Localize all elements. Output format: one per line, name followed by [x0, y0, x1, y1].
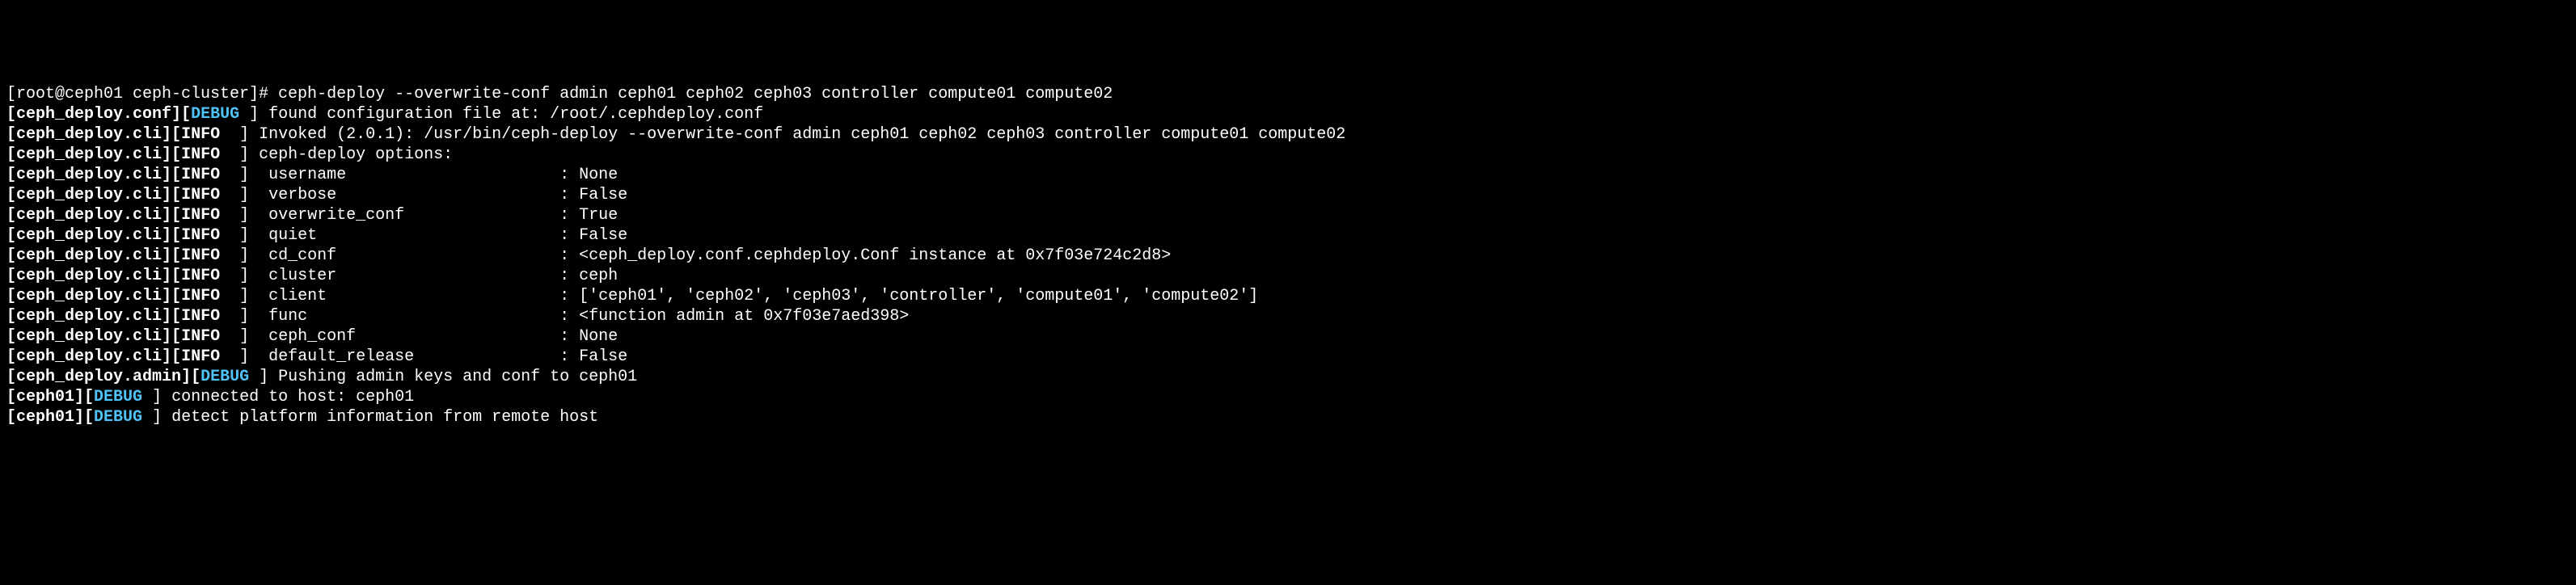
terminal-segment: ][ [162, 267, 181, 285]
terminal-segment: ] verbose : False [220, 186, 627, 204]
terminal-segment: DEBUG [191, 105, 239, 124]
terminal-segment: ceph_deploy.cli [16, 145, 162, 164]
terminal-segment: [ [6, 166, 16, 184]
terminal-segment: ] func : <function admin at 0x7f03e7aed3… [220, 307, 909, 326]
terminal-segment: ceph_deploy.cli [16, 226, 162, 245]
terminal-segment: ][ [162, 186, 181, 204]
terminal-segment: ] Invoked (2.0.1): /usr/bin/ceph-deploy … [220, 125, 1345, 144]
terminal-segment: ] username : None [220, 166, 618, 184]
terminal-segment: ] detect platform information from remot… [142, 408, 598, 427]
terminal-line: [root@ceph01 ceph-cluster]# ceph-deploy … [6, 84, 2570, 104]
terminal-segment: ] overwrite_conf : True [220, 206, 618, 225]
terminal-line: [ceph_deploy.cli][INFO ] quiet : False [6, 225, 2570, 246]
terminal-segment: ] Pushing admin keys and conf to ceph01 [249, 368, 637, 386]
terminal-segment: ][ [162, 226, 181, 245]
terminal-line: [ceph_deploy.admin][DEBUG ] Pushing admi… [6, 367, 2570, 387]
terminal-segment: ceph01 [16, 388, 74, 406]
terminal-segment: ceph_deploy.cli [16, 347, 162, 366]
terminal-segment: [ [6, 105, 16, 124]
terminal-line: [ceph_deploy.conf][DEBUG ] found configu… [6, 104, 2570, 124]
terminal-segment: [root@ceph01 ceph-cluster]# ceph-deploy … [6, 85, 1113, 103]
terminal-segment: ceph_deploy.admin [16, 368, 181, 386]
terminal-line: [ceph_deploy.cli][INFO ] client : ['ceph… [6, 286, 2570, 306]
terminal-segment: ][ [162, 206, 181, 225]
terminal-segment: ] cluster : ceph [220, 267, 618, 285]
terminal-segment: ][ [171, 105, 191, 124]
terminal-line: [ceph_deploy.cli][INFO ] ceph_conf : Non… [6, 326, 2570, 347]
terminal-segment: INFO [181, 307, 220, 326]
terminal-segment: ceph_deploy.cli [16, 307, 162, 326]
terminal-segment: ][ [162, 327, 181, 346]
terminal-segment: ][ [162, 307, 181, 326]
terminal-segment: INFO [181, 246, 220, 265]
terminal-segment: [ [6, 347, 16, 366]
terminal-segment: INFO [181, 226, 220, 245]
terminal-output: [root@ceph01 ceph-cluster]# ceph-deploy … [6, 84, 2570, 427]
terminal-segment: ceph_deploy.cli [16, 125, 162, 144]
terminal-segment: ] ceph_conf : None [220, 327, 618, 346]
terminal-line: [ceph_deploy.cli][INFO ] default_release… [6, 347, 2570, 367]
terminal-segment: INFO [181, 166, 220, 184]
terminal-segment: [ [6, 287, 16, 305]
terminal-segment: DEBUG [201, 368, 249, 386]
terminal-segment: ] quiet : False [220, 226, 627, 245]
terminal-segment: [ [6, 327, 16, 346]
terminal-segment: INFO [181, 287, 220, 305]
terminal-segment: ceph_deploy.cli [16, 287, 162, 305]
terminal-segment: ][ [162, 287, 181, 305]
terminal-segment: INFO [181, 206, 220, 225]
terminal-segment: DEBUG [94, 408, 142, 427]
terminal-segment: [ [6, 408, 16, 427]
terminal-segment: ] ceph-deploy options: [220, 145, 453, 164]
terminal-segment: [ [6, 206, 16, 225]
terminal-line: [ceph_deploy.cli][INFO ] verbose : False [6, 185, 2570, 205]
terminal-segment: [ [6, 186, 16, 204]
terminal-segment: [ [6, 307, 16, 326]
terminal-line: [ceph_deploy.cli][INFO ] ceph-deploy opt… [6, 145, 2570, 165]
terminal-segment: [ [6, 388, 16, 406]
terminal-segment: INFO [181, 327, 220, 346]
terminal-segment: ceph01 [16, 408, 74, 427]
terminal-segment: INFO [181, 186, 220, 204]
terminal-segment: ][ [74, 408, 94, 427]
terminal-segment: [ [6, 267, 16, 285]
terminal-segment: ceph_deploy.cli [16, 267, 162, 285]
terminal-segment: ][ [162, 246, 181, 265]
terminal-segment: ] client : ['ceph01', 'ceph02', 'ceph03'… [220, 287, 1258, 305]
terminal-line: [ceph01][DEBUG ] connected to host: ceph… [6, 387, 2570, 407]
terminal-segment: ] found configuration file at: /root/.ce… [239, 105, 763, 124]
terminal-segment: ceph_deploy.cli [16, 186, 162, 204]
terminal-segment: ][ [162, 166, 181, 184]
terminal-line: [ceph_deploy.cli][INFO ] cd_conf : <ceph… [6, 246, 2570, 266]
terminal-line: [ceph01][DEBUG ] detect platform informa… [6, 407, 2570, 427]
terminal-segment: INFO [181, 347, 220, 366]
terminal-segment: ][ [162, 125, 181, 144]
terminal-segment: ceph_deploy.conf [16, 105, 171, 124]
terminal-segment: ][ [181, 368, 201, 386]
terminal-segment: [ [6, 246, 16, 265]
terminal-segment: INFO [181, 125, 220, 144]
terminal-segment: [ [6, 226, 16, 245]
terminal-line: [ceph_deploy.cli][INFO ] Invoked (2.0.1)… [6, 124, 2570, 145]
terminal-segment: ][ [162, 347, 181, 366]
terminal-segment: [ [6, 145, 16, 164]
terminal-segment: [ [6, 125, 16, 144]
terminal-line: [ceph_deploy.cli][INFO ] username : None [6, 165, 2570, 185]
terminal-segment: ceph_deploy.cli [16, 166, 162, 184]
terminal-segment: ] cd_conf : <ceph_deploy.conf.cephdeploy… [220, 246, 1171, 265]
terminal-segment: ][ [162, 145, 181, 164]
terminal-segment: [ [6, 368, 16, 386]
terminal-segment: DEBUG [94, 388, 142, 406]
terminal-segment: ceph_deploy.cli [16, 327, 162, 346]
terminal-segment: INFO [181, 267, 220, 285]
terminal-segment: ceph_deploy.cli [16, 246, 162, 265]
terminal-segment: ][ [74, 388, 94, 406]
terminal-line: [ceph_deploy.cli][INFO ] func : <functio… [6, 306, 2570, 326]
terminal-segment: INFO [181, 145, 220, 164]
terminal-segment: ] connected to host: ceph01 [142, 388, 414, 406]
terminal-segment: ceph_deploy.cli [16, 206, 162, 225]
terminal-line: [ceph_deploy.cli][INFO ] cluster : ceph [6, 266, 2570, 286]
terminal-line: [ceph_deploy.cli][INFO ] overwrite_conf … [6, 205, 2570, 225]
terminal-segment: ] default_release : False [220, 347, 627, 366]
